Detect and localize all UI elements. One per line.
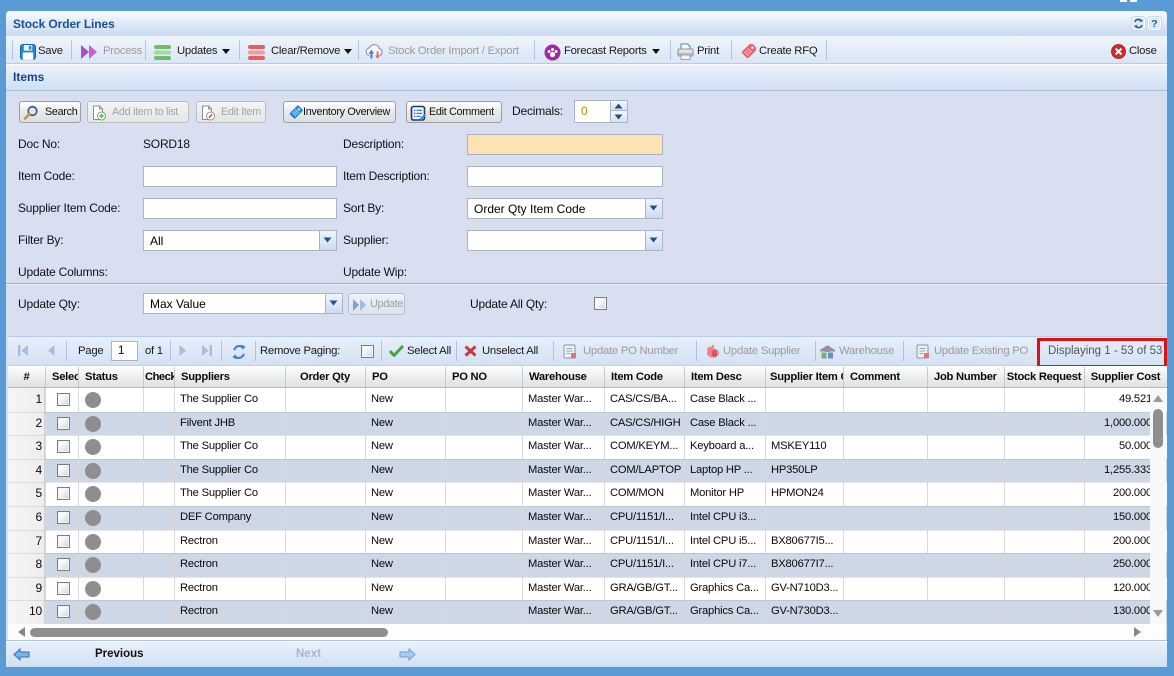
svg-text:6: 6: [712, 349, 717, 359]
